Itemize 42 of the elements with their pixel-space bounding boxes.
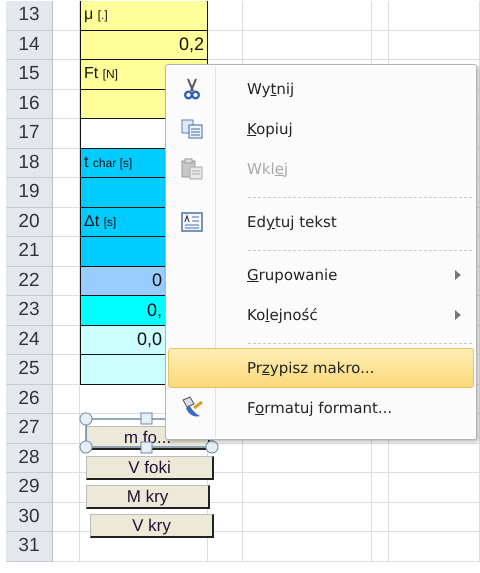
row-header[interactable]: 15 <box>6 60 53 90</box>
text-box-icon <box>181 212 203 232</box>
form-button[interactable]: V kry <box>90 514 214 538</box>
scissors-icon <box>184 78 200 100</box>
table-cell <box>372 532 389 562</box>
menu-item[interactable]: Kopiuj <box>168 109 474 149</box>
row-header[interactable]: 27 <box>6 414 53 444</box>
table-cell <box>53 532 80 562</box>
table-cell <box>372 1 389 30</box>
row-header[interactable]: 17 <box>6 119 53 148</box>
row-header[interactable]: 14 <box>6 30 53 60</box>
table-cell <box>372 30 389 60</box>
table-cell <box>53 384 80 414</box>
table-cell <box>372 502 389 532</box>
form-button[interactable]: V foki <box>86 456 214 480</box>
copy-icon <box>181 119 203 139</box>
row-header[interactable]: 23 <box>6 296 53 326</box>
table-cell <box>208 1 243 30</box>
row-header[interactable]: 28 <box>6 444 53 473</box>
table-cell: μ [.] <box>80 1 208 30</box>
selection-handles[interactable] <box>79 412 219 454</box>
row-header[interactable]: 25 <box>6 355 53 384</box>
row-header[interactable]: 16 <box>6 90 53 119</box>
row-header[interactable]: 22 <box>6 266 53 296</box>
table-cell: 0,2 <box>80 30 208 60</box>
form-button[interactable]: M kry <box>86 485 210 509</box>
row-header[interactable]: 20 <box>6 208 53 237</box>
row-header[interactable]: 24 <box>6 326 53 355</box>
row-header[interactable]: 29 <box>6 473 53 502</box>
row-header[interactable]: 18 <box>6 148 53 178</box>
table-cell <box>372 473 389 502</box>
menu-item[interactable]: Przypisz makro... <box>168 348 474 388</box>
row-header[interactable]: 31 <box>6 532 53 562</box>
row-header[interactable]: 13 <box>6 1 53 30</box>
menu-item[interactable]: Formatuj formant... <box>168 388 474 428</box>
row-header[interactable]: 26 <box>6 384 53 414</box>
clipboard-icon <box>181 158 203 180</box>
table-cell <box>372 444 389 473</box>
row-header[interactable]: 21 <box>6 237 53 266</box>
row-header[interactable]: 30 <box>6 502 53 532</box>
table-cell <box>208 30 243 60</box>
row-header[interactable]: 19 <box>6 178 53 208</box>
